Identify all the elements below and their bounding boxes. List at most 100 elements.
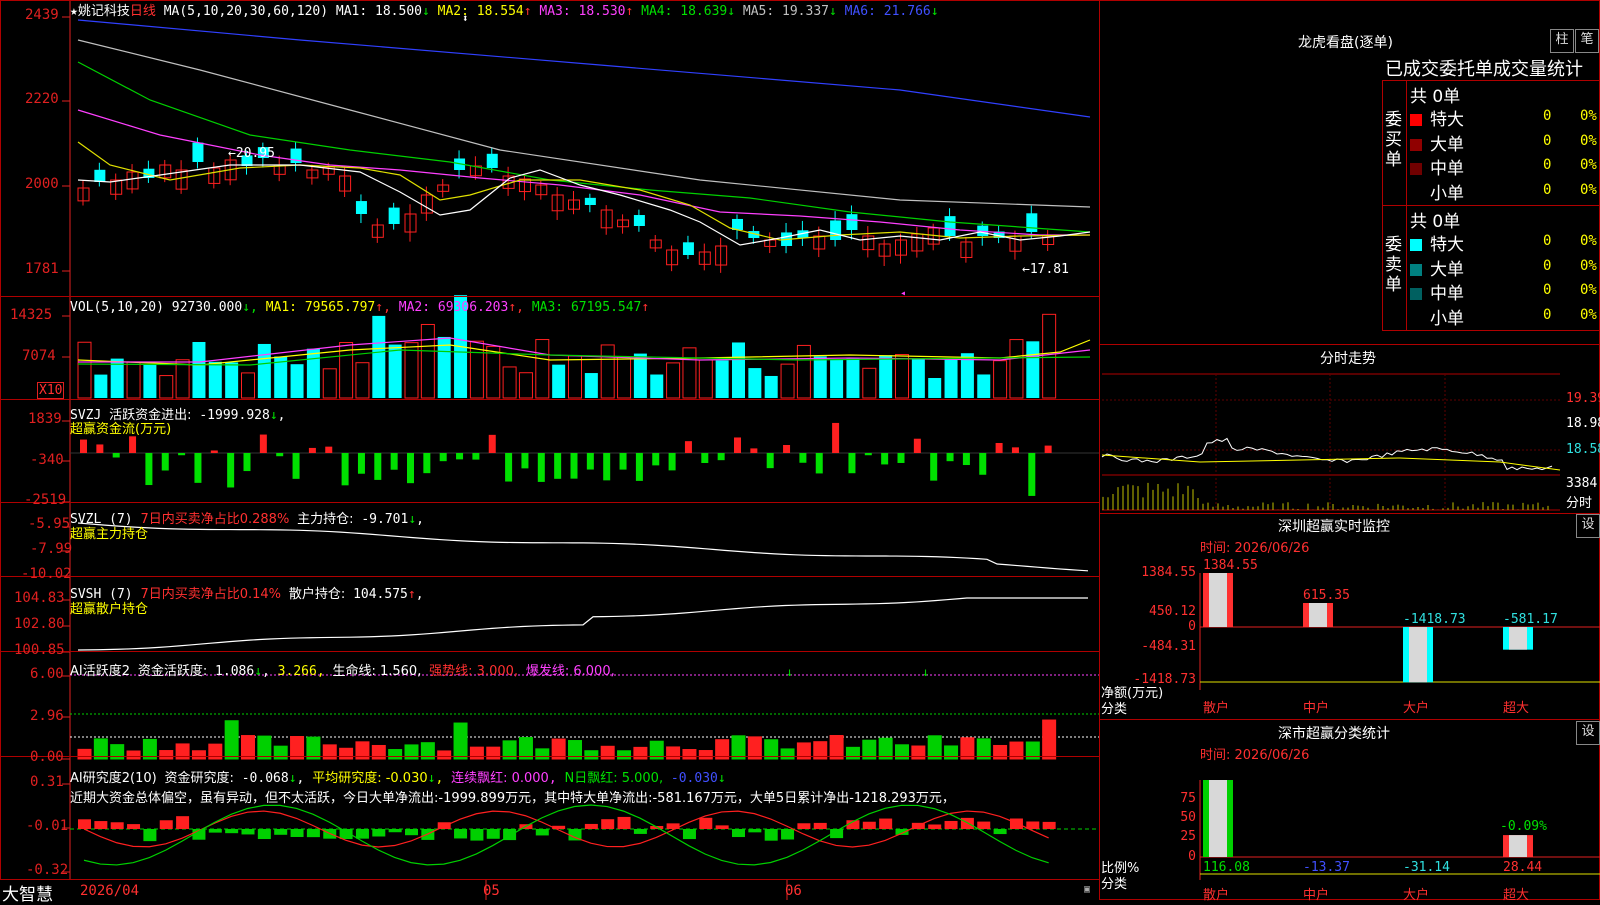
- sell-row-2: 大单 0 0%: [1410, 255, 1600, 280]
- vol-value: 92730.000: [171, 300, 243, 315]
- date-label-1: 2026/04: [80, 883, 140, 899]
- ai-research-label: AI研究度2(10): [70, 771, 157, 786]
- monitor-value-label: -581.17: [1503, 612, 1558, 627]
- ai-research-tick-1: 0.31: [30, 774, 64, 790]
- classify-tick: 0: [1188, 849, 1196, 864]
- vol-ma2: MA2: 69306.203: [398, 300, 509, 315]
- sell-pct: 0%: [1580, 233, 1597, 249]
- classify-category: 超大: [1503, 888, 1530, 903]
- stats-table-divider: [1382, 80, 1600, 81]
- ai-active-header: AI活跃度2 资金活跃度: 1.086↓, 3.266, 生命线: 1.560,…: [70, 664, 615, 679]
- price-tick-4: 1781: [25, 261, 59, 277]
- buy-pct: 0%: [1580, 157, 1597, 173]
- intraday-panel[interactable]: [1099, 344, 1600, 514]
- period-label[interactable]: 日线: [130, 4, 156, 19]
- classify-pct-label: -0.09%: [1500, 819, 1547, 834]
- svsh-tick-3: 100.85: [14, 642, 65, 658]
- classify-category: 散户: [1203, 888, 1230, 903]
- classify-settings-button[interactable]: 设: [1576, 721, 1600, 745]
- buy-row-1: 特大 0 0%: [1410, 105, 1600, 130]
- bar-toggle-button[interactable]: 柱: [1550, 29, 1574, 53]
- classify-value-label: -31.14: [1403, 860, 1450, 875]
- svzj-tick-1: 1839: [28, 411, 62, 427]
- ma-value-4: MA4: 18.639: [641, 4, 728, 19]
- buy-pct: 0%: [1580, 181, 1597, 198]
- sell-row-1: 特大 0 0%: [1410, 230, 1600, 255]
- intraday-vol: 3384: [1566, 476, 1598, 491]
- buy-name: 大单: [1430, 134, 1464, 155]
- monitor-value-label: 1384.55: [1203, 558, 1258, 573]
- vol-tick-1: 14325: [10, 307, 53, 323]
- sell-count: 0: [1543, 306, 1552, 323]
- buy-name: 小单: [1430, 183, 1464, 204]
- svsh-desc: 7日内买卖净占比0.14%: [140, 587, 282, 602]
- ma-value-6: MA6: 21.766: [844, 4, 931, 19]
- stock-name: 姚记科技: [77, 4, 130, 19]
- sell-row-4: 小单 0 0%: [1410, 304, 1600, 329]
- ma-value-5: MA5: 19.337: [742, 4, 829, 19]
- monitor-category: 超大: [1503, 701, 1530, 716]
- classify-title: 深市超赢分类统计: [1278, 726, 1390, 742]
- svzj-value: -1999.928: [199, 408, 270, 423]
- buy-swatch-icon: [1410, 187, 1422, 200]
- intraday-title: 分时走势: [1320, 351, 1376, 367]
- monitor-settings-button[interactable]: 设: [1576, 514, 1600, 538]
- sell-count: 0: [1543, 257, 1552, 274]
- classify-time: 时间: 2026/06/26: [1200, 748, 1310, 763]
- vol-header: VOL(5,10,20) 92730.000↓, MA1: 79565.797↑…: [70, 300, 650, 315]
- buy-row-2: 大单 0 0%: [1410, 130, 1600, 155]
- stats-table-left: [1382, 80, 1383, 330]
- buy-label: 委买单: [1385, 110, 1402, 170]
- buy-count: 0: [1543, 132, 1552, 149]
- ai-active-strong: 强势线: 3.000,: [429, 664, 519, 679]
- svsh-sub: 超赢散户持仓: [70, 602, 149, 617]
- ai-research-nval: -0.030: [670, 771, 718, 786]
- favorite-star-icon[interactable]: ★: [70, 4, 78, 19]
- ai-research-nred: N日飘红: 5.000,: [564, 771, 664, 786]
- classify-value-label: 116.08: [1203, 860, 1250, 875]
- ai-active-life: 生命线: 1.560,: [332, 664, 422, 679]
- price-tick-1: 2439: [25, 7, 59, 23]
- sell-name: 中单: [1430, 284, 1464, 304]
- svsh-tick-2: 102.80: [14, 616, 65, 632]
- ai-research-tick-3: -0.32: [26, 862, 69, 878]
- vol-label: VOL(5,10,20): [70, 300, 164, 315]
- ai-active-label: AI活跃度2: [70, 664, 130, 679]
- sell-swatch-icon: [1410, 239, 1422, 251]
- stats-title: 已成交委托单成交量统计: [1385, 59, 1583, 80]
- classify-value-label: 28.44: [1503, 860, 1543, 875]
- monitor-tick: 0: [1188, 619, 1196, 634]
- ai-active-v2: 3.266: [277, 664, 317, 679]
- vol-unit-badge: X10: [37, 382, 65, 399]
- stats-table-bottom: [1382, 330, 1600, 331]
- ai-research-comment: 近期大资金总体偏空，虽有异动，但不太活跃，今日大单净流出:-1999.899万元…: [70, 791, 955, 806]
- monitor-category: 中户: [1303, 701, 1330, 716]
- lock-icon[interactable]: ▣: [1084, 884, 1090, 895]
- monitor-title: 深圳超赢实时监控: [1278, 519, 1390, 535]
- monitor-category: 散户: [1203, 701, 1230, 716]
- stats-table-mid: [1382, 205, 1600, 206]
- price-tick-3: 2000: [25, 176, 59, 192]
- classify-value-label: -13.37: [1303, 860, 1350, 875]
- ai-active-tick-3: 0.00: [30, 749, 64, 765]
- buy-name: 中单: [1430, 159, 1464, 179]
- classify-xlabel: 分类: [1101, 877, 1128, 892]
- ai-research-header: AI研究度2(10) 资金研究度: -0.068↓, 平均研究度: -0.030…: [70, 771, 726, 786]
- ai-research-red: 连续飘红: 0.000: [451, 771, 549, 786]
- svsh-tick-1: 104.83: [14, 590, 65, 606]
- tick-toggle-button[interactable]: 笔: [1575, 29, 1599, 53]
- svzl-tick-3: -10.02: [21, 566, 72, 582]
- sell-pct: 0%: [1580, 282, 1597, 298]
- ma-label: MA(5,10,20,30,60,120): [163, 4, 329, 19]
- high-annotation: ←20.95: [228, 146, 275, 161]
- ma-value-2: MA2: 18.554: [437, 4, 524, 19]
- app-logo: 大智慧: [2, 885, 53, 905]
- ai-research-avg: 平均研究度: -0.030: [312, 771, 428, 786]
- svzl-value: -9.701: [361, 512, 409, 527]
- date-label-2: 05: [483, 883, 500, 899]
- svzl-sub: 超赢主力持仓: [70, 527, 149, 542]
- sell-name: 小单: [1430, 308, 1464, 329]
- svzj-tick-2: -340: [30, 452, 64, 468]
- buy-pct: 0%: [1580, 132, 1597, 149]
- price-panel[interactable]: [0, 0, 1100, 297]
